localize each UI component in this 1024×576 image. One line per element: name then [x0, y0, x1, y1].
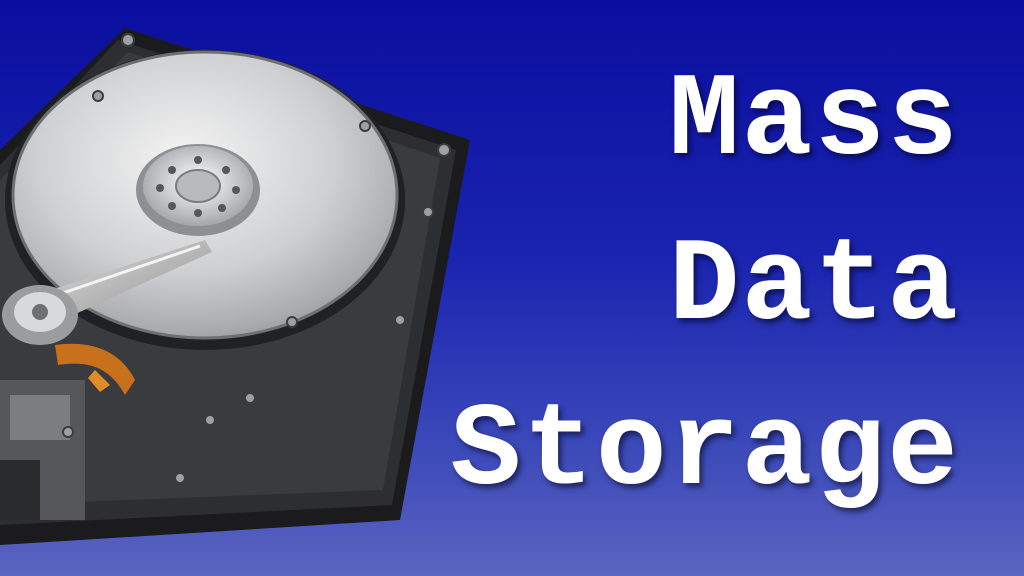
slide-title: Mass Data Storage — [380, 40, 960, 535]
slide: Mass Data Storage — [0, 0, 1024, 576]
title-line-storage: Storage — [450, 386, 960, 519]
title-line-data: Data — [668, 221, 960, 354]
title-line-mass: Mass — [668, 56, 960, 189]
